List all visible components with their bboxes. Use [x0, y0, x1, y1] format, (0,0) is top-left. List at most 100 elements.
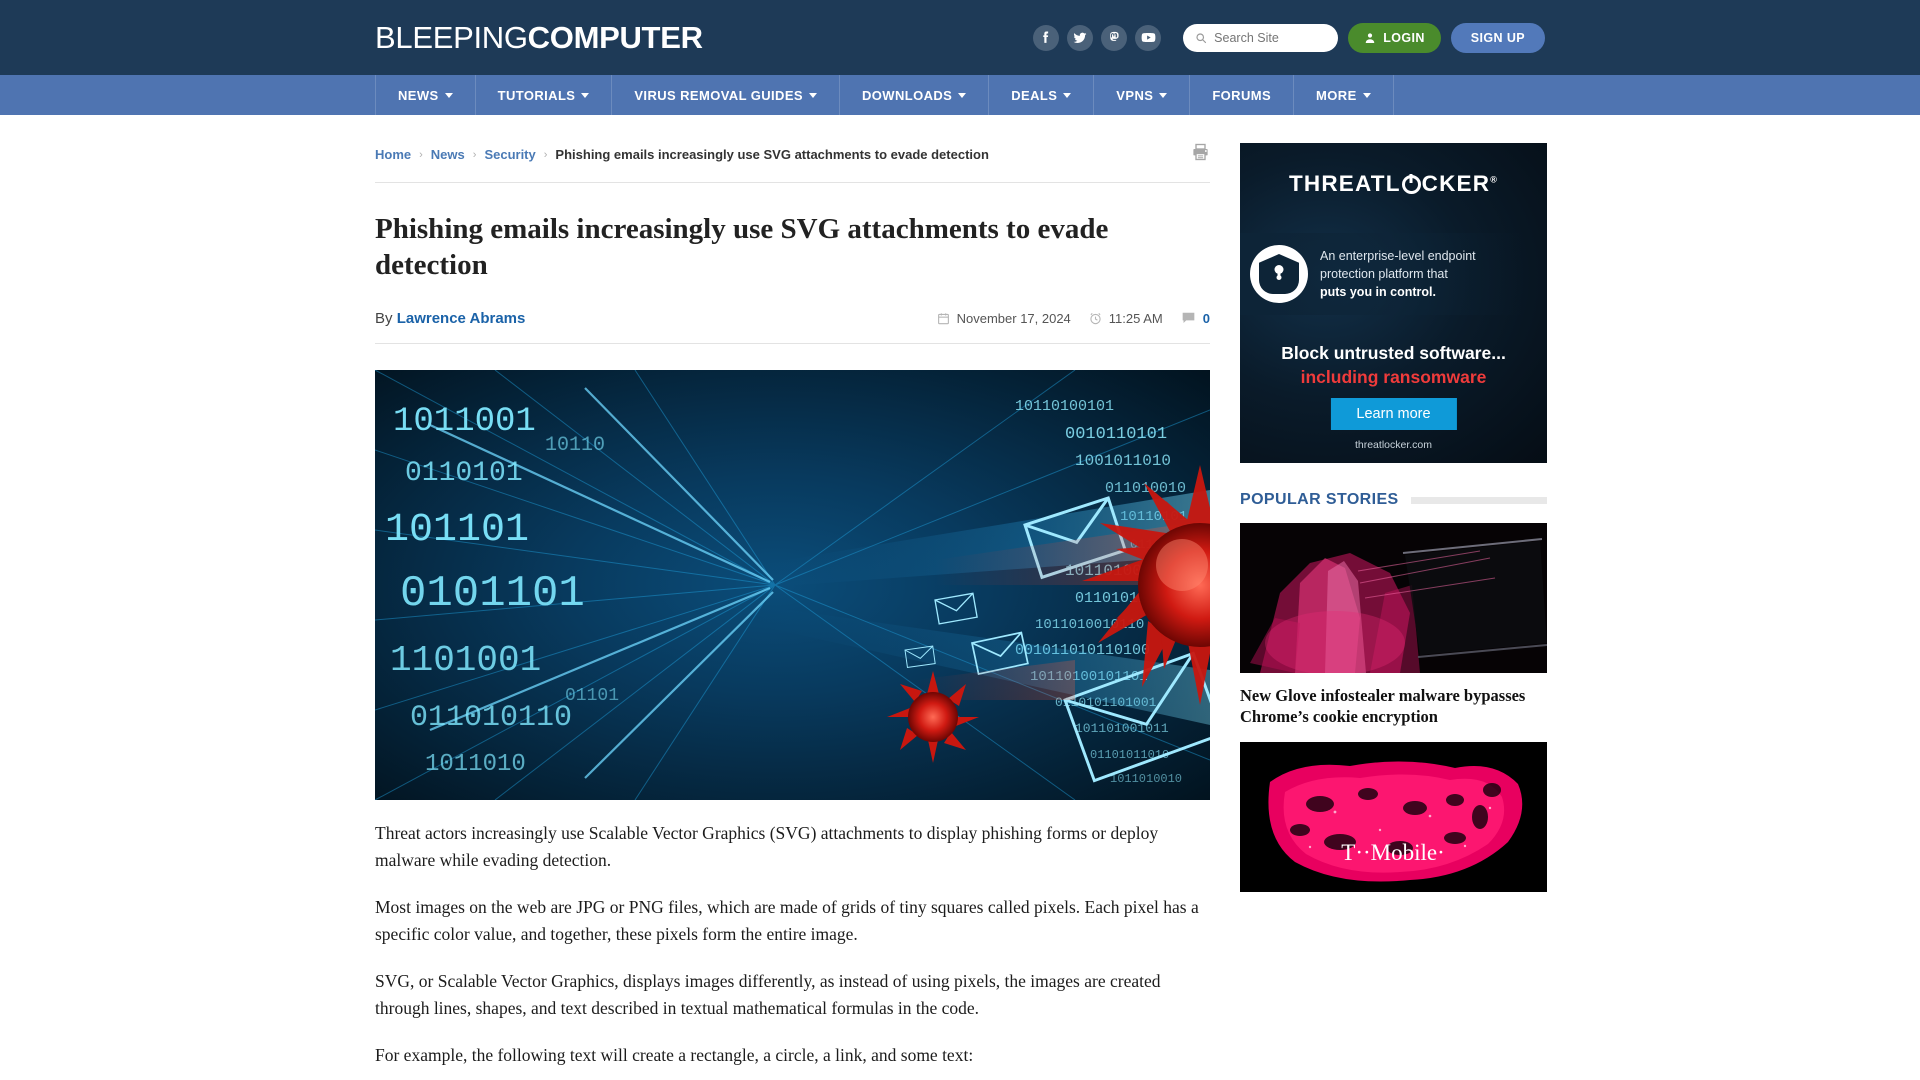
chevron-down-icon	[581, 92, 590, 98]
calendar-icon	[937, 312, 949, 324]
ad-headline-main: Block untrusted software...	[1281, 343, 1506, 363]
breadcrumb-separator: ›	[472, 148, 477, 161]
publish-date: November 17, 2024	[956, 310, 1071, 326]
mastodon-icon[interactable]	[1101, 24, 1128, 51]
nav-item-forums[interactable]: FORUMS	[1190, 75, 1295, 115]
svg-text:1011010: 1011010	[425, 751, 526, 778]
registered-mark: ®	[1490, 174, 1499, 185]
twitter-icon[interactable]	[1067, 24, 1094, 51]
article-paragraph: Most images on the web are JPG or PNG fi…	[375, 896, 1199, 944]
svg-text:1101001: 1101001	[390, 640, 541, 681]
lock-shield-icon	[1250, 245, 1308, 303]
nav-item-label: FORUMS	[1212, 87, 1272, 103]
nav-item-news[interactable]: NEWS	[375, 75, 476, 115]
facebook-icon[interactable]	[1033, 24, 1060, 51]
author-link[interactable]: Lawrence Abrams	[397, 310, 526, 327]
nav-item-label: NEWS	[398, 87, 439, 103]
user-icon	[1365, 32, 1375, 43]
story-title[interactable]: New Glove infostealer malware bypasses C…	[1240, 685, 1547, 728]
nav-item-downloads[interactable]: DOWNLOADS	[840, 75, 990, 115]
article-paragraph: Threat actors increasingly use Scalable …	[375, 822, 1159, 870]
chevron-down-icon	[444, 92, 453, 98]
ad-brand-logo: THREATL CKER®	[1288, 171, 1499, 196]
popular-stories-title: POPULAR STORIES	[1240, 491, 1399, 508]
list-item[interactable]: New Glove infostealer malware bypasses C…	[1240, 523, 1547, 728]
breadcrumb-current: Phishing emails increasingly use SVG att…	[555, 147, 989, 162]
login-label: LOGIN	[1383, 30, 1425, 45]
ad-headline-red: including ransomware	[1300, 367, 1487, 387]
story-thumbnail-glove[interactable]	[1240, 523, 1547, 673]
clock-icon	[1090, 312, 1101, 324]
comment-icon	[1182, 312, 1195, 323]
nav-item-label: VIRUS REMOVAL GUIDES	[634, 87, 803, 103]
nav-item-label: TUTORIALS	[497, 87, 576, 103]
search-box[interactable]	[1183, 23, 1339, 52]
nav-item-label: DOWNLOADS	[861, 87, 953, 103]
article-hero-image: 1011001 0110101 101101 0101101 1101001 0…	[375, 369, 1210, 800]
youtube-icon[interactable]	[1135, 24, 1162, 51]
breadcrumb-separator: ›	[419, 148, 423, 161]
nav-item-vpns[interactable]: VPNS	[1094, 75, 1191, 115]
chevron-down-icon	[1063, 92, 1072, 98]
nav-item-more[interactable]: MORE	[1294, 75, 1394, 115]
ad-tagline-3: puts you in control.	[1320, 285, 1436, 300]
search-icon	[1196, 32, 1207, 43]
svg-text:10110100101: 10110100101	[1015, 398, 1114, 415]
site-header: BLEEPINGCOMPUTER Search Site LOGIN SIGN …	[0, 0, 1920, 75]
nav-item-label: MORE	[1316, 87, 1357, 103]
sidebar: THREATL CKER® An enterprise-level endpoin…	[1240, 143, 1547, 1080]
svg-text:1001011010: 1001011010	[1075, 452, 1171, 470]
chevron-down-icon	[1159, 92, 1168, 98]
svg-text:1011001: 1011001	[393, 403, 536, 441]
article-paragraph: SVG, or Scalable Vector Graphics, displa…	[375, 971, 1161, 1019]
byline: By Lawrence Abrams	[375, 310, 525, 327]
comment-count: 0	[1202, 310, 1210, 326]
site-logo[interactable]: BLEEPINGCOMPUTER	[375, 20, 703, 56]
nav-item-virus-removal-guides[interactable]: VIRUS REMOVAL GUIDES	[612, 75, 840, 115]
printer-icon[interactable]	[1191, 143, 1210, 166]
chevron-down-icon	[1362, 92, 1371, 98]
svg-text:101101001011: 101101001011	[1075, 721, 1169, 736]
signup-button[interactable]: SIGN UP	[1450, 22, 1545, 53]
svg-text:0010110101: 0010110101	[1065, 425, 1167, 444]
article-body: Threat actors increasingly use Scalable …	[375, 820, 1210, 1070]
breadcrumb-link-security[interactable]: Security	[484, 147, 535, 162]
ad-learn-more-button[interactable]: Learn more	[1330, 398, 1457, 430]
breadcrumb-link-home[interactable]: Home	[375, 147, 411, 162]
chevron-down-icon	[958, 92, 967, 98]
social-links	[1033, 24, 1162, 51]
ad-tagline-1: An enterprise-level endpoint	[1320, 248, 1476, 263]
main-nav: NEWS TUTORIALS VIRUS REMOVAL GUIDES DOWNLOA…	[0, 75, 1920, 115]
logo-text-bold: COMPUTER	[527, 19, 703, 55]
power-lock-icon	[1401, 175, 1421, 194]
breadcrumb-link-news[interactable]: News	[431, 147, 465, 162]
svg-text:101101: 101101	[385, 508, 529, 553]
nav-item-tutorials[interactable]: TUTORIALS	[476, 75, 613, 115]
svg-text:0101101: 0101101	[400, 569, 585, 619]
nav-item-deals[interactable]: DEALS	[989, 75, 1095, 115]
svg-text:0110101: 0110101	[405, 458, 523, 489]
search-input[interactable]	[1214, 30, 1327, 45]
comment-count-group[interactable]: 0	[1181, 311, 1210, 326]
nav-item-label: DEALS	[1011, 87, 1058, 103]
list-item[interactable]: T··Mobile·	[1240, 741, 1547, 892]
svg-text:10110: 10110	[545, 434, 605, 457]
svg-text:011010110: 011010110	[410, 701, 572, 735]
svg-text:01101: 01101	[565, 686, 619, 706]
article-paragraph: For example, the following text will cre…	[375, 1045, 974, 1066]
breadcrumb-separator: ›	[543, 148, 548, 161]
story-thumbnail-tmobile[interactable]: T··Mobile·	[1240, 741, 1547, 892]
advertisement-threatlocker[interactable]: THREATL CKER® An enterprise-level endpoin…	[1240, 143, 1547, 463]
article-column: Home › News › Security › Phishing emails incre…	[375, 143, 1210, 1080]
login-button[interactable]: LOGIN	[1348, 22, 1441, 53]
svg-text:011010010: 011010010	[1105, 480, 1186, 497]
ad-headline: Block untrusted software... including ra…	[1240, 343, 1547, 388]
header-rule	[1410, 496, 1547, 504]
popular-stories-header: POPULAR STORIES	[1240, 491, 1547, 509]
page-title: Phishing emails increasingly use SVG att…	[375, 213, 1109, 282]
ad-tagline-2: protection platform that	[1320, 266, 1448, 281]
svg-text:T··Mobile·: T··Mobile·	[1341, 840, 1444, 865]
svg-text:1011010010: 1011010010	[1110, 772, 1182, 786]
ad-url: threatlocker.com	[1354, 439, 1433, 451]
nav-item-label: VPNS	[1116, 87, 1154, 103]
